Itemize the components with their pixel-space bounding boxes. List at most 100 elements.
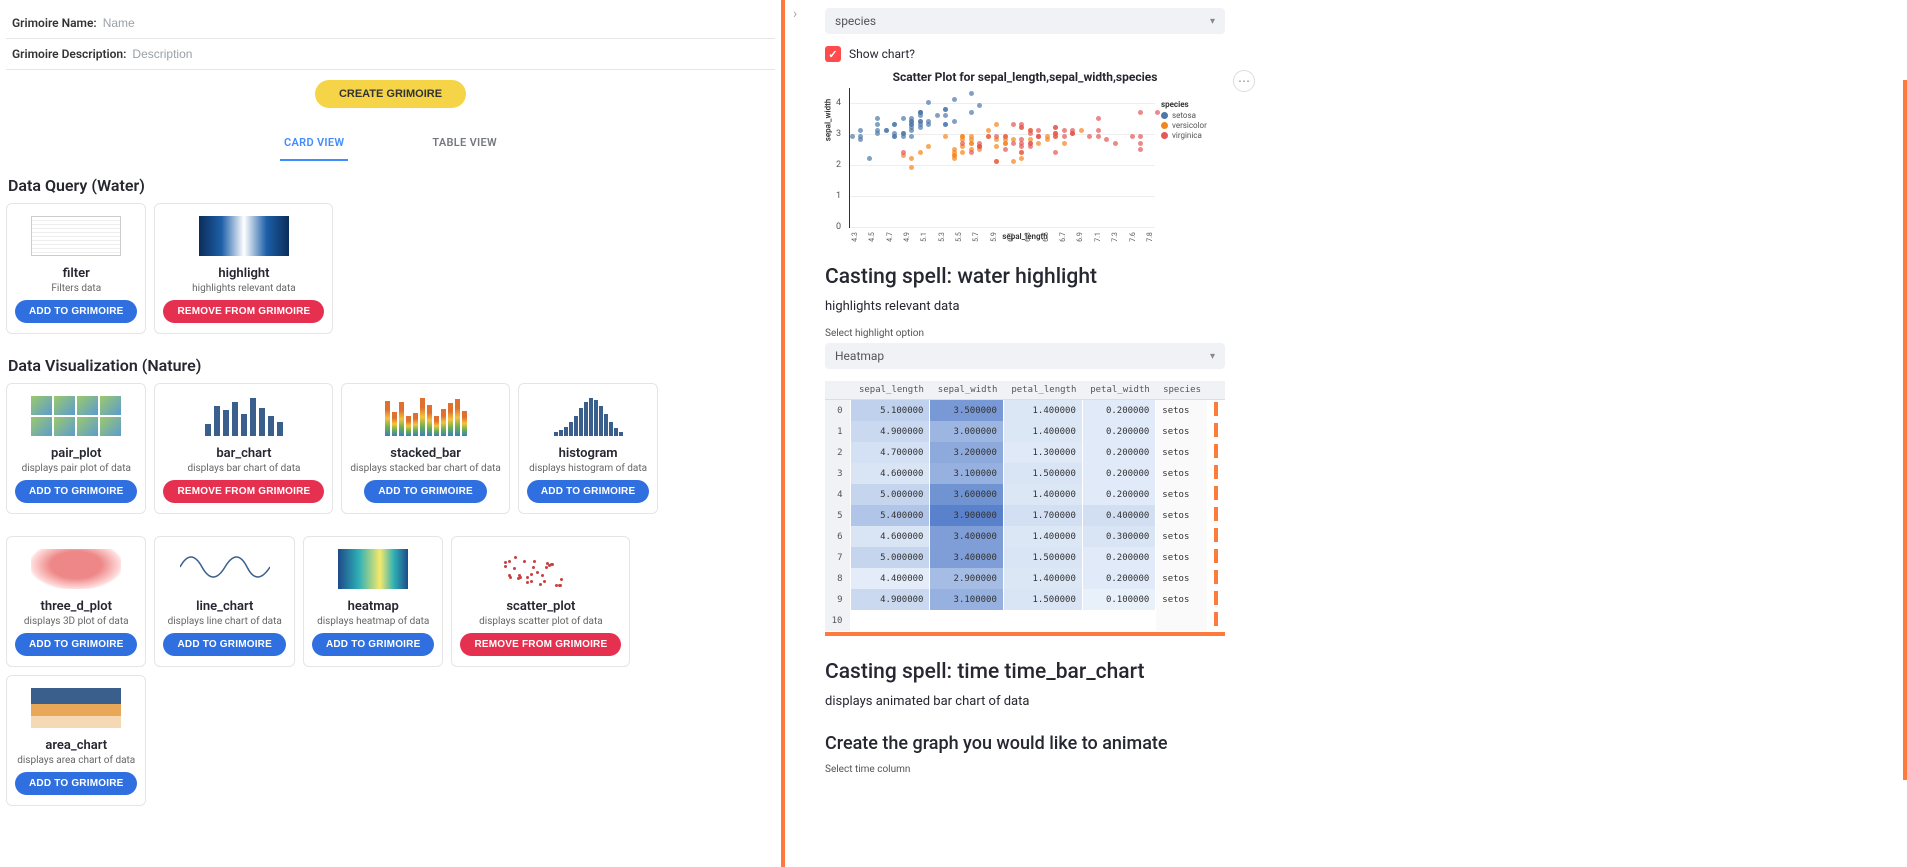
grimoire-name-label: Grimoire Name: <box>12 16 97 30</box>
cell-sepal-width: 3.200000 <box>930 442 1003 463</box>
cell-sepal-length: 5.000000 <box>851 484 930 505</box>
cell-sepal-width: 3.100000 <box>930 463 1003 484</box>
row-index: 1 <box>825 421 851 442</box>
add-to-grimoire-button[interactable]: ADD TO GRIMOIRE <box>15 633 137 656</box>
row-index: 7 <box>825 547 851 568</box>
spell1-subtitle: highlights relevant data <box>825 299 1879 314</box>
table-row: 14.9000003.0000001.4000000.200000setos <box>825 421 1225 442</box>
card-title: filter <box>15 266 137 281</box>
cell-petal-length: 1.400000 <box>1003 400 1082 422</box>
cell-petal-length: 1.400000 <box>1003 484 1082 505</box>
grimoire-name-input[interactable] <box>103 16 769 30</box>
nature-card-container: pair_plotdisplays pair plot of dataADD T… <box>6 383 775 806</box>
legend-item: virginica <box>1161 131 1225 140</box>
add-to-grimoire-button[interactable]: ADD TO GRIMOIRE <box>527 480 649 503</box>
chart-title: Scatter Plot for sepal_length,sepal_widt… <box>825 70 1225 84</box>
more-icon[interactable]: ⋯ <box>1233 70 1255 92</box>
grimoire-desc-row: Grimoire Description: <box>6 39 775 70</box>
card-title: highlight <box>163 266 324 281</box>
remove-from-grimoire-button[interactable]: REMOVE FROM GRIMOIRE <box>163 300 324 323</box>
col-petal_length: petal_length <box>1003 381 1082 400</box>
row-edge-bar <box>1207 442 1225 463</box>
right-panel: › species ▾ ✓ Show chart? ⋯ Scatter Plot… <box>785 0 1907 867</box>
cell-petal-width: 0.200000 <box>1082 547 1155 568</box>
cell-species: setos <box>1156 547 1207 568</box>
card-title: bar_chart <box>163 446 324 461</box>
tab-card-view[interactable]: CARD VIEW <box>280 126 348 161</box>
nature-card-row: three_d_plotdisplays 3D plot of dataADD … <box>6 536 775 806</box>
grimoire-desc-label: Grimoire Description: <box>12 47 126 61</box>
remove-from-grimoire-button[interactable]: REMOVE FROM GRIMOIRE <box>460 633 621 656</box>
row-index: 9 <box>825 589 851 610</box>
cell-petal-length: 1.400000 <box>1003 568 1082 589</box>
cell-sepal-length: 5.000000 <box>851 547 930 568</box>
cell-petal-width: 0.200000 <box>1082 442 1155 463</box>
heatmap-select-value: Heatmap <box>835 349 884 363</box>
add-to-grimoire-button[interactable]: ADD TO GRIMOIRE <box>15 300 137 323</box>
row-index: 5 <box>825 505 851 526</box>
table-row: 24.7000003.2000001.3000000.200000setos <box>825 442 1225 463</box>
add-to-grimoire-button[interactable]: ADD TO GRIMOIRE <box>312 633 434 656</box>
heatmap-select[interactable]: Heatmap ▾ <box>825 343 1225 369</box>
table-row: 84.4000002.9000001.4000000.200000setos <box>825 568 1225 589</box>
tab-table-view[interactable]: TABLE VIEW <box>428 126 501 161</box>
add-to-grimoire-button[interactable]: ADD TO GRIMOIRE <box>163 633 285 656</box>
cell-sepal-length: 4.400000 <box>851 568 930 589</box>
show-chart-checkbox[interactable]: ✓ <box>825 46 841 62</box>
card-stacked_bar: stacked_bardisplays stacked bar chart of… <box>341 383 509 514</box>
thumb-linewave <box>163 545 285 593</box>
row-index: 8 <box>825 568 851 589</box>
card-title: scatter_plot <box>460 599 621 614</box>
card-desc: displays area chart of data <box>15 755 137 766</box>
cell-petal-length <box>1003 610 1082 631</box>
cell-sepal-width <box>930 610 1003 631</box>
card-desc: Filters data <box>15 283 137 294</box>
ytick: 3 <box>836 129 841 139</box>
col-species: species <box>1156 381 1207 400</box>
legend-item: versicolor <box>1161 121 1225 130</box>
grimoire-name-row: Grimoire Name: <box>6 8 775 39</box>
chevron-right-icon[interactable]: › <box>793 6 797 22</box>
cell-species <box>1156 610 1207 631</box>
thumb-heat <box>163 212 324 260</box>
remove-from-grimoire-button[interactable]: REMOVE FROM GRIMOIRE <box>163 480 324 503</box>
cell-sepal-width: 3.100000 <box>930 589 1003 610</box>
cell-sepal-width: 3.900000 <box>930 505 1003 526</box>
row-edge-bar <box>1207 463 1225 484</box>
water-card-row: filter Filters data ADD TO GRIMOIRE highlig… <box>6 203 775 334</box>
species-select[interactable]: species ▾ <box>825 8 1225 34</box>
cell-petal-length: 1.400000 <box>1003 526 1082 547</box>
grimoire-desc-input[interactable] <box>132 47 769 61</box>
cell-petal-width: 0.200000 <box>1082 484 1155 505</box>
caret-down-icon: ▾ <box>1210 16 1215 27</box>
card-three_d_plot: three_d_plotdisplays 3D plot of dataADD … <box>6 536 146 667</box>
card-title: line_chart <box>163 599 285 614</box>
add-to-grimoire-button[interactable]: ADD TO GRIMOIRE <box>15 772 137 795</box>
thumb-pair <box>15 392 137 440</box>
card-desc: displays line chart of data <box>163 616 285 627</box>
table-row: 34.6000003.1000001.5000000.200000setos <box>825 463 1225 484</box>
cell-petal-width: 0.400000 <box>1082 505 1155 526</box>
cell-petal-length: 1.500000 <box>1003 463 1082 484</box>
add-to-grimoire-button[interactable]: ADD TO GRIMOIRE <box>15 480 137 503</box>
row-index: 4 <box>825 484 851 505</box>
legend-title: species <box>1161 100 1225 109</box>
table-row: 45.0000003.6000001.4000000.200000setos <box>825 484 1225 505</box>
row-edge-bar <box>1207 589 1225 610</box>
section-water-title: Data Query (Water) <box>8 176 773 195</box>
thumb-stacked <box>350 392 500 440</box>
card-desc: highlights relevant data <box>163 283 324 294</box>
row-index: 3 <box>825 463 851 484</box>
cell-species: setos <box>1156 568 1207 589</box>
row-edge-bar <box>1207 421 1225 442</box>
cell-sepal-length <box>851 610 930 631</box>
cell-petal-width: 0.100000 <box>1082 589 1155 610</box>
section-nature-title: Data Visualization (Nature) <box>8 356 773 375</box>
cell-species: setos <box>1156 400 1207 422</box>
row-edge-bar <box>1207 610 1225 631</box>
species-select-value: species <box>835 14 876 28</box>
create-grimoire-button[interactable]: CREATE GRIMOIRE <box>315 80 466 108</box>
legend-swatch <box>1161 112 1168 119</box>
legend-swatch <box>1161 122 1168 129</box>
add-to-grimoire-button[interactable]: ADD TO GRIMOIRE <box>364 480 486 503</box>
